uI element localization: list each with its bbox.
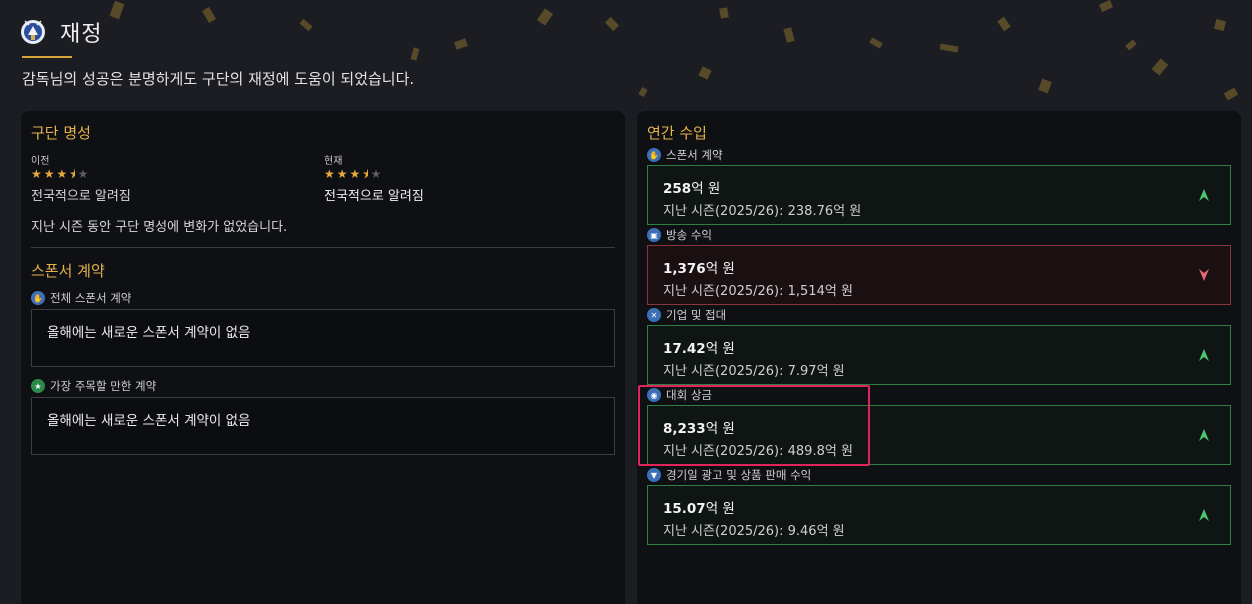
income-amount: 1,376억 원: [663, 261, 735, 277]
all-sponsorship-box: 올해에는 새로운 스폰서 계약이 없음: [31, 309, 615, 367]
handshake-star-icon: ★: [31, 379, 45, 393]
income-prize-money-card[interactable]: 8,233억 원 지난 시즌(2025/26): 489.8억 원: [647, 405, 1231, 465]
previous-rating-stars: ★ ★ ★ ⯨ ★: [31, 168, 88, 180]
income-matchday-header: ▼ 경기일 광고 및 상품 판매 수익: [647, 467, 811, 483]
income-item-label: 스폰서 계약: [666, 148, 723, 162]
star-icon: ★: [336, 167, 348, 181]
income-item-label: 대회 상금: [666, 388, 712, 402]
income-item-label: 방송 수익: [666, 228, 712, 242]
reputation-summary: 지난 시즌 동안 구단 명성에 변화가 없었습니다.: [31, 220, 288, 235]
income-item-label: 기업 및 접대: [666, 308, 727, 322]
income-amount: 258억 원: [663, 181, 721, 197]
income-sponsorship-header: ✋ 스폰서 계약: [647, 147, 723, 163]
notable-sponsorship-header: ★ 가장 주목할 만한 계약: [31, 378, 156, 394]
income-corporate-header: ✕ 기업 및 접대: [647, 307, 726, 323]
star-icon: ★: [324, 167, 335, 181]
income-section-title: 연간 수입: [647, 124, 707, 142]
page-header: 재정: [20, 16, 102, 48]
income-amount: 17.42억 원: [663, 341, 735, 357]
income-prize-money-header: ◉ 대회 상금: [647, 387, 712, 403]
handshake-icon: ✋: [647, 148, 661, 162]
notable-sponsorship-box: 올해에는 새로운 스폰서 계약이 없음: [31, 397, 615, 455]
club-crest-icon: [21, 20, 45, 44]
current-reputation-status: 전국적으로 알려짐: [324, 189, 424, 204]
all-sponsorship-label: 전체 스폰서 계약: [50, 291, 132, 305]
page-subtitle: 감독님의 성공은 분명하게도 구단의 재정에 도움이 되었습니다.: [22, 70, 415, 88]
income-broadcast-card[interactable]: 1,376억 원 지난 시즌(2025/26): 1,514억 원: [647, 245, 1231, 305]
all-sponsorship-message: 올해에는 새로운 스폰서 계약이 없음: [47, 325, 251, 341]
title-underline: [22, 56, 72, 58]
previous-label: 이전: [31, 156, 50, 167]
star-icon: ★: [56, 167, 68, 181]
trend-up-icon: [1199, 189, 1209, 201]
income-previous: 지난 시즌(2025/26): 489.8억 원: [663, 444, 853, 459]
annual-income-panel: 연간 수입 ✋ 스폰서 계약 258억 원 지난 시즌(2025/26): 23…: [637, 111, 1241, 604]
star-icon: ★: [31, 167, 42, 181]
empty-star-icon: ★: [77, 167, 89, 181]
previous-reputation-status: 전국적으로 알려짐: [31, 189, 131, 204]
income-previous: 지난 시즌(2025/26): 9.46억 원: [663, 524, 845, 539]
trend-down-icon: [1199, 269, 1209, 281]
sponsorship-section-title: 스폰서 계약: [31, 262, 105, 280]
reputation-section-title: 구단 명성: [31, 124, 91, 142]
handshake-icon: ✋: [31, 291, 45, 305]
reputation-sponsorship-panel: 구단 명성 이전 ★ ★ ★ ⯨ ★ 전국적으로 알려짐 현재 ★ ★ ★ ⯨ …: [21, 111, 625, 604]
current-rating-stars: ★ ★ ★ ⯨ ★: [324, 168, 381, 180]
income-sponsorship-card[interactable]: 258억 원 지난 시즌(2025/26): 238.76억 원: [647, 165, 1231, 225]
income-previous: 지난 시즌(2025/26): 1,514억 원: [663, 284, 853, 299]
shirt-icon: ▼: [647, 468, 661, 482]
section-divider: [31, 247, 615, 248]
income-previous: 지난 시즌(2025/26): 7.97억 원: [663, 364, 845, 379]
trend-up-icon: [1199, 429, 1209, 441]
all-sponsorship-header: ✋ 전체 스폰서 계약: [31, 290, 131, 306]
income-amount: 8,233억 원: [663, 421, 735, 437]
page-title: 재정: [60, 22, 103, 47]
medal-icon: ◉: [647, 388, 661, 402]
cutlery-icon: ✕: [647, 308, 661, 322]
income-corporate-card[interactable]: 17.42억 원 지난 시즌(2025/26): 7.97억 원: [647, 325, 1231, 385]
half-star-icon: ⯨: [362, 167, 369, 181]
income-amount: 15.07억 원: [663, 501, 735, 517]
notable-sponsorship-message: 올해에는 새로운 스폰서 계약이 없음: [47, 413, 251, 429]
notable-sponsorship-label: 가장 주목할 만한 계약: [50, 379, 157, 393]
income-matchday-card[interactable]: 15.07억 원 지난 시즌(2025/26): 9.46억 원: [647, 485, 1231, 545]
income-broadcast-header: ▣ 방송 수익: [647, 227, 712, 243]
income-previous: 지난 시즌(2025/26): 238.76억 원: [663, 204, 862, 219]
current-label: 현재: [324, 156, 343, 167]
income-item-label: 경기일 광고 및 상품 판매 수익: [666, 468, 812, 482]
empty-star-icon: ★: [370, 167, 382, 181]
star-icon: ★: [349, 167, 361, 181]
star-icon: ★: [43, 167, 55, 181]
trend-up-icon: [1199, 509, 1209, 521]
trend-up-icon: [1199, 349, 1209, 361]
half-star-icon: ⯨: [69, 167, 76, 181]
tv-icon: ▣: [647, 228, 661, 242]
